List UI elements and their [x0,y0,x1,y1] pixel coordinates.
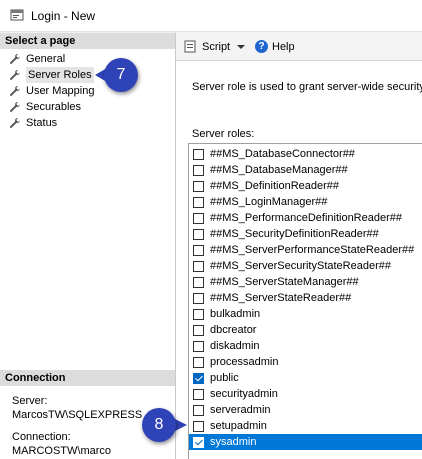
role-row[interactable]: public [189,370,422,386]
role-row[interactable]: ##MS_PerformanceDefinitionReader## [189,210,422,226]
nav-item-label: Securables [26,101,82,113]
wrench-icon [10,70,20,80]
role-row[interactable]: ##MS_ServerPerformanceStateReader## [189,242,422,258]
role-checkbox[interactable] [193,388,204,400]
role-row[interactable]: ##MS_DatabaseManager## [189,162,422,178]
role-checkbox[interactable] [193,420,204,432]
title-bar: Login - New [0,0,422,32]
nav-item-label: User Mapping [26,85,95,97]
role-row[interactable]: ##MS_DefinitionReader## [189,178,422,194]
role-name: diskadmin [210,340,260,352]
server-value: MarcosTW\SQLEXPRESS [12,409,143,421]
server-roles-label: Server roles: [192,128,255,140]
role-row-selected[interactable]: sysadmin [189,434,422,450]
toolbar: Script ? Help [176,33,422,61]
help-label: Help [272,40,295,53]
nav-item-user-mapping[interactable]: User Mapping [9,83,94,99]
role-name: serveradmin [210,404,271,416]
app-icon [10,9,24,21]
role-checkbox[interactable] [193,404,204,416]
wrench-icon [10,86,20,96]
role-row[interactable]: ##MS_LoginManager## [189,194,422,210]
help-button[interactable]: ? Help [255,40,295,53]
role-checkbox[interactable] [193,356,204,368]
role-name: sysadmin [210,436,257,448]
role-checkbox[interactable] [193,180,204,192]
role-name: ##MS_SecurityDefinitionReader## [210,228,379,240]
role-name: securityadmin [210,388,278,400]
callout-badge-7: 7 [104,58,138,92]
role-checkbox[interactable] [193,260,204,272]
wrench-icon [10,54,20,64]
script-icon [184,40,196,53]
wrench-icon [10,118,20,128]
role-name: public [210,372,239,384]
role-row[interactable]: setupadmin [189,418,422,434]
role-name: ##MS_ServerStateReader## [210,292,352,304]
role-name: ##MS_PerformanceDefinitionReader## [210,212,402,224]
server-label: Server: [12,395,48,407]
role-checkbox[interactable] [193,340,204,352]
help-icon: ? [255,40,268,53]
right-pane: Script ? Help Server role is used to gra… [176,33,422,459]
role-checkbox[interactable] [193,164,204,176]
window-title: Login - New [31,9,96,23]
select-page-header: Select a page [0,33,175,49]
role-name: ##MS_LoginManager## [210,196,328,208]
role-row[interactable]: serveradmin [189,402,422,418]
role-checkbox[interactable] [193,228,204,240]
role-row[interactable]: ##MS_SecurityDefinitionReader## [189,226,422,242]
role-row[interactable]: bulkadmin [189,306,422,322]
role-name: bulkadmin [210,308,261,320]
role-row[interactable]: diskadmin [189,338,422,354]
nav-item-label: General [26,53,66,65]
role-row[interactable]: ##MS_ServerSecurityStateReader## [189,258,422,274]
role-name: dbcreator [210,324,257,336]
role-row[interactable]: dbcreator [189,322,422,338]
role-row[interactable]: ##MS_DatabaseConnector## [189,146,422,162]
role-checkbox[interactable] [193,292,204,304]
role-name: ##MS_ServerPerformanceStateReader## [210,244,415,256]
nav-item-general[interactable]: General [9,51,65,67]
chevron-down-icon[interactable] [235,42,247,52]
role-name: ##MS_ServerStateManager## [210,276,359,288]
nav-item-securables[interactable]: Securables [9,99,81,115]
connection-label: Connection: [12,431,71,443]
role-row[interactable]: ##MS_ServerStateReader## [189,290,422,306]
role-name: ##MS_DatabaseConnector## [210,148,355,160]
role-row[interactable]: securityadmin [189,386,422,402]
connection-value: MARCOSTW\marco [12,445,111,457]
role-row[interactable]: ##MS_ServerStateManager## [189,274,422,290]
role-checkbox[interactable] [193,244,204,256]
role-checkbox[interactable] [193,324,204,336]
role-checkbox[interactable] [193,372,204,384]
nav-item-server-roles[interactable]: Server Roles [9,67,94,83]
connection-header: Connection [0,370,175,386]
nav-item-status[interactable]: Status [9,115,57,131]
role-name: setupadmin [210,420,267,432]
nav-item-label: Server Roles [26,67,94,83]
server-roles-list[interactable]: ##MS_DatabaseConnector## ##MS_DatabaseMa… [188,143,422,459]
left-pane: Select a page General Server Roles User … [0,33,176,459]
role-name: ##MS_DefinitionReader## [210,180,340,192]
role-checkbox[interactable] [193,308,204,320]
role-row[interactable]: processadmin [189,354,422,370]
role-checkbox[interactable] [193,436,204,448]
script-label: Script [202,40,231,53]
role-name: ##MS_DatabaseManager## [210,164,348,176]
script-button[interactable]: Script [184,40,247,53]
role-name: processadmin [210,356,279,368]
role-checkbox[interactable] [193,148,204,160]
role-checkbox[interactable] [193,196,204,208]
callout-badge-8: 8 [142,408,176,442]
role-name: ##MS_ServerSecurityStateReader## [210,260,391,272]
role-checkbox[interactable] [193,276,204,288]
nav-item-label: Status [26,117,58,129]
wrench-icon [10,102,20,112]
role-checkbox[interactable] [193,212,204,224]
description-text: Server role is used to grant server-wide… [192,81,422,93]
